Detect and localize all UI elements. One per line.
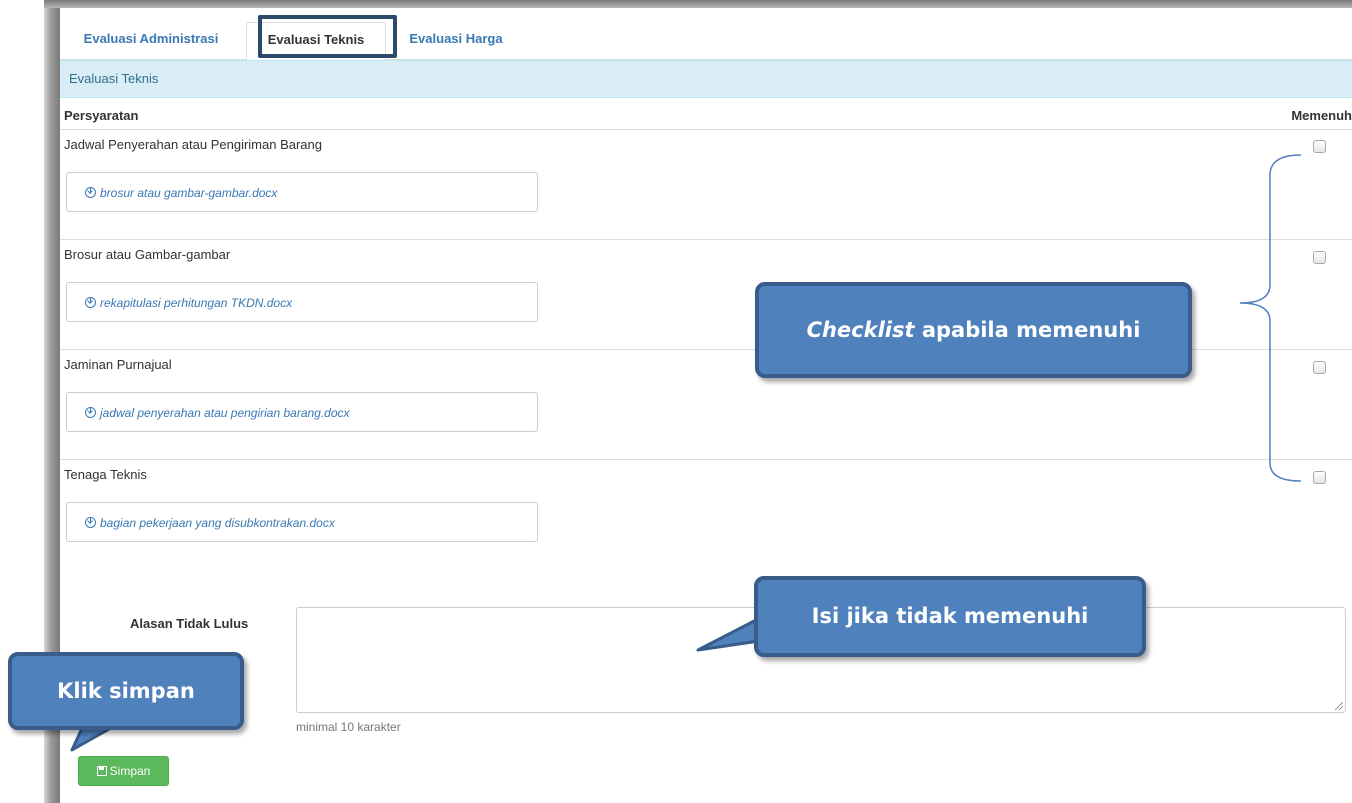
checklist-callout: Checklist apabila memenuhi — [755, 282, 1192, 378]
screenshot: Evaluasi Administrasi Evaluasi Teknis Ev… — [0, 0, 1352, 803]
click-save-callout: Klik simpan — [8, 652, 244, 730]
checklist-callout-italic: Checklist — [806, 318, 915, 342]
checkbox-bracket — [1239, 154, 1302, 482]
fill-reason-callout: Isi jika tidak memenuhi — [754, 576, 1146, 657]
checklist-callout-text: apabila memenuhi — [914, 318, 1141, 342]
